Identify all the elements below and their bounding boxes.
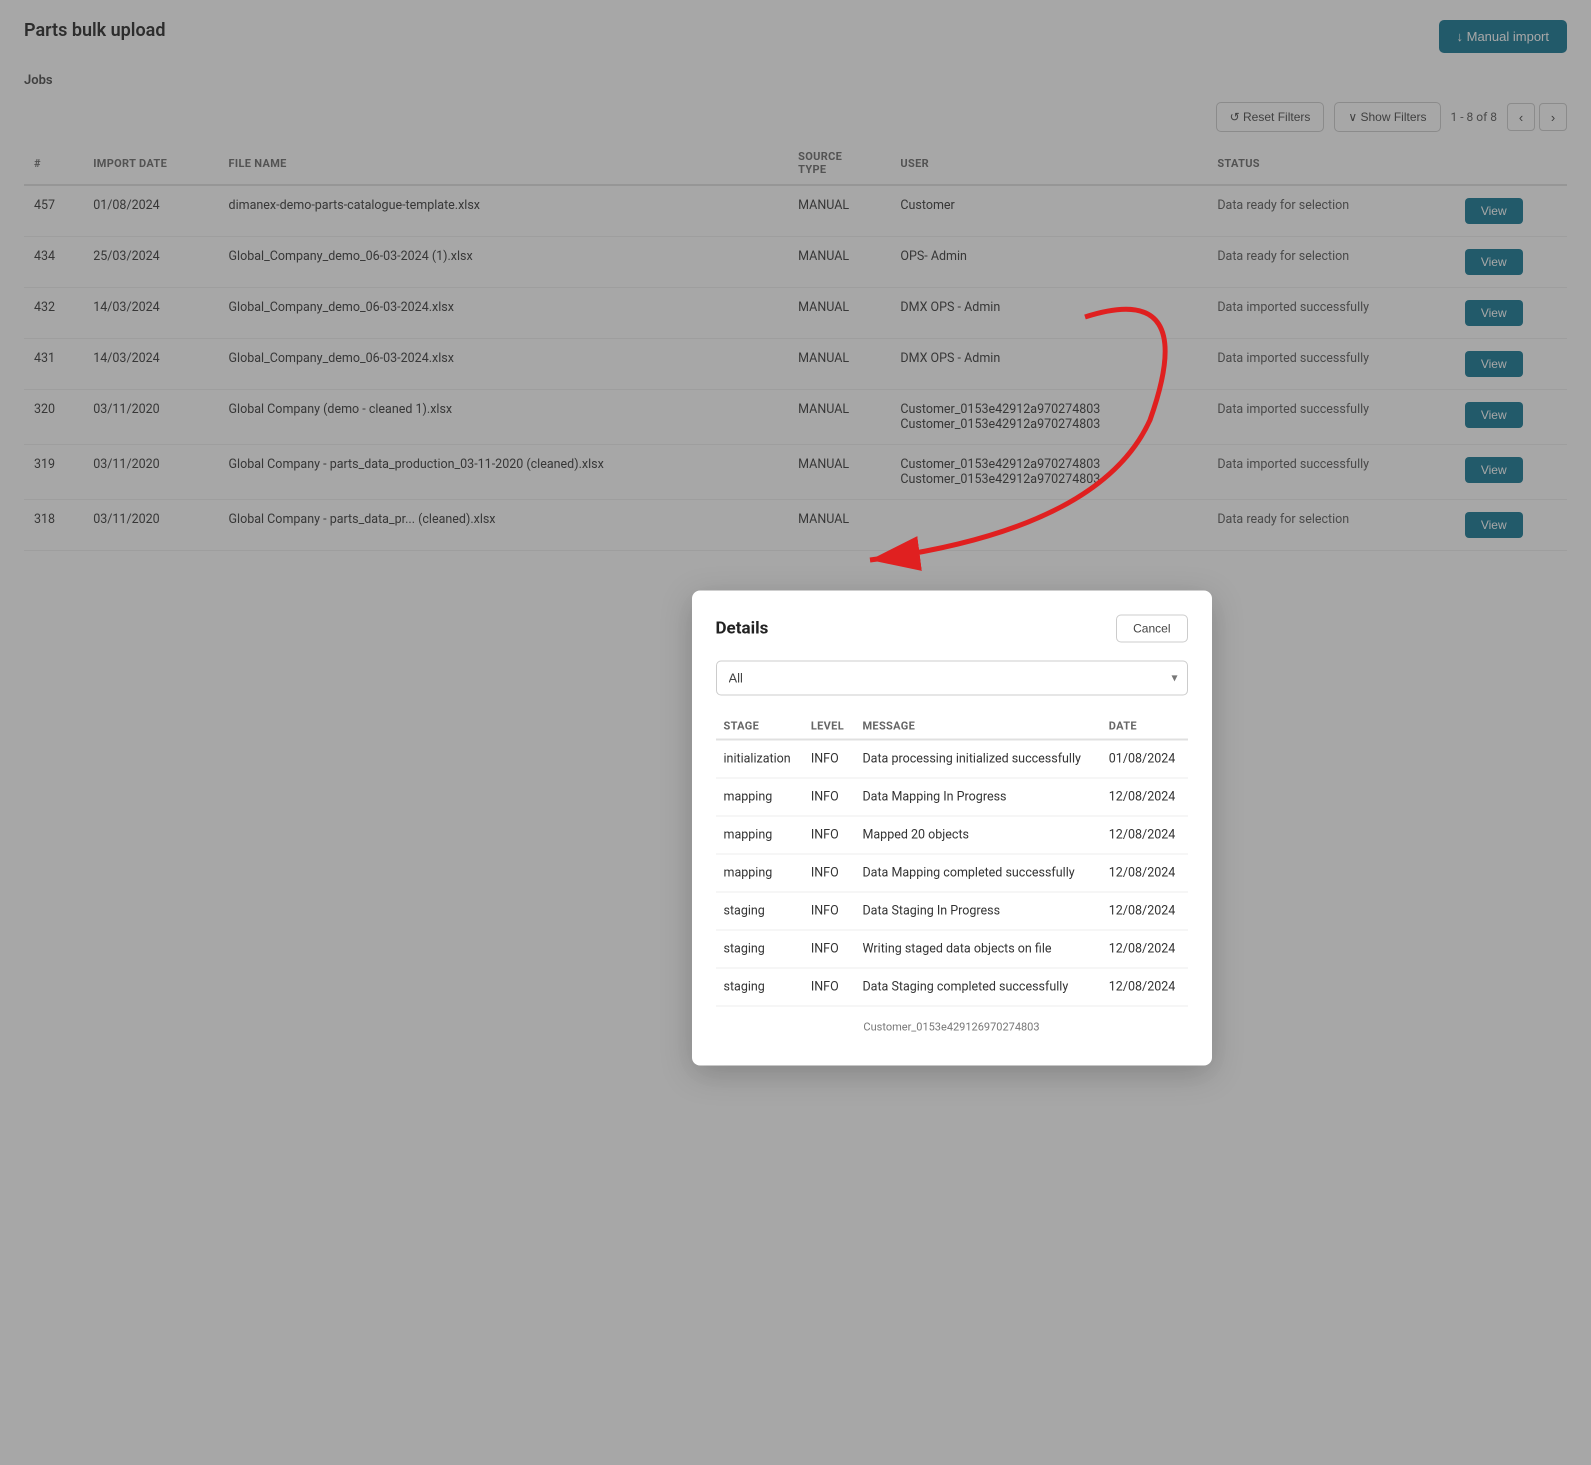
modal-cell-stage: initialization — [716, 739, 803, 778]
modal-cancel-button[interactable]: Cancel — [1116, 614, 1187, 642]
modal-cell-date: 12/08/2024 — [1101, 778, 1188, 816]
details-table: STAGE LEVEL MESSAGE DATE initialization … — [716, 713, 1188, 1006]
modal-cell-level: INFO — [803, 854, 855, 892]
modal-table-row: initialization INFO Data processing init… — [716, 739, 1188, 778]
modal-cell-date: 12/08/2024 — [1101, 968, 1188, 1006]
modal-table-row: mapping INFO Mapped 20 objects 12/08/202… — [716, 816, 1188, 854]
modal-cell-stage: staging — [716, 892, 803, 930]
modal-table-row: mapping INFO Data Mapping In Progress 12… — [716, 778, 1188, 816]
modal-cell-level: INFO — [803, 816, 855, 854]
modal-filter-wrapper: All initialization mapping staging ▾ — [716, 660, 1188, 695]
modal-cell-message: Data Staging In Progress — [854, 892, 1100, 930]
modal-title: Details — [716, 618, 769, 638]
modal-cell-message: Data Staging completed successfully — [854, 968, 1100, 1006]
modal-cell-stage: staging — [716, 930, 803, 968]
details-modal: Details Cancel All initialization mappin… — [692, 590, 1212, 1065]
modal-cell-stage: mapping — [716, 816, 803, 854]
modal-cell-date: 12/08/2024 — [1101, 930, 1188, 968]
modal-col-stage: STAGE — [716, 713, 803, 739]
modal-table-row: staging INFO Data Staging completed succ… — [716, 968, 1188, 1006]
modal-col-level: LEVEL — [803, 713, 855, 739]
modal-cell-date: 01/08/2024 — [1101, 739, 1188, 778]
modal-cell-stage: mapping — [716, 778, 803, 816]
modal-table-row: staging INFO Writing staged data objects… — [716, 930, 1188, 968]
modal-footer-text: Customer_0153e429126970274803 — [716, 1020, 1188, 1033]
modal-cell-date: 12/08/2024 — [1101, 854, 1188, 892]
modal-table-row: mapping INFO Data Mapping completed succ… — [716, 854, 1188, 892]
modal-cell-message: Data Mapping In Progress — [854, 778, 1100, 816]
modal-cell-stage: staging — [716, 968, 803, 1006]
modal-cell-message: Mapped 20 objects — [854, 816, 1100, 854]
modal-cell-message: Data Mapping completed successfully — [854, 854, 1100, 892]
modal-filter-select[interactable]: All initialization mapping staging — [716, 660, 1188, 695]
modal-cell-level: INFO — [803, 930, 855, 968]
modal-cell-stage: mapping — [716, 854, 803, 892]
modal-table-row: staging INFO Data Staging In Progress 12… — [716, 892, 1188, 930]
modal-cell-date: 12/08/2024 — [1101, 816, 1188, 854]
modal-cell-level: INFO — [803, 892, 855, 930]
modal-cell-level: INFO — [803, 739, 855, 778]
modal-cell-message: Data processing initialized successfully — [854, 739, 1100, 778]
modal-cell-message: Writing staged data objects on file — [854, 930, 1100, 968]
modal-header: Details Cancel — [716, 614, 1188, 642]
modal-cell-level: INFO — [803, 968, 855, 1006]
modal-cell-date: 12/08/2024 — [1101, 892, 1188, 930]
modal-col-date: DATE — [1101, 713, 1188, 739]
modal-col-message: MESSAGE — [854, 713, 1100, 739]
modal-cell-level: INFO — [803, 778, 855, 816]
